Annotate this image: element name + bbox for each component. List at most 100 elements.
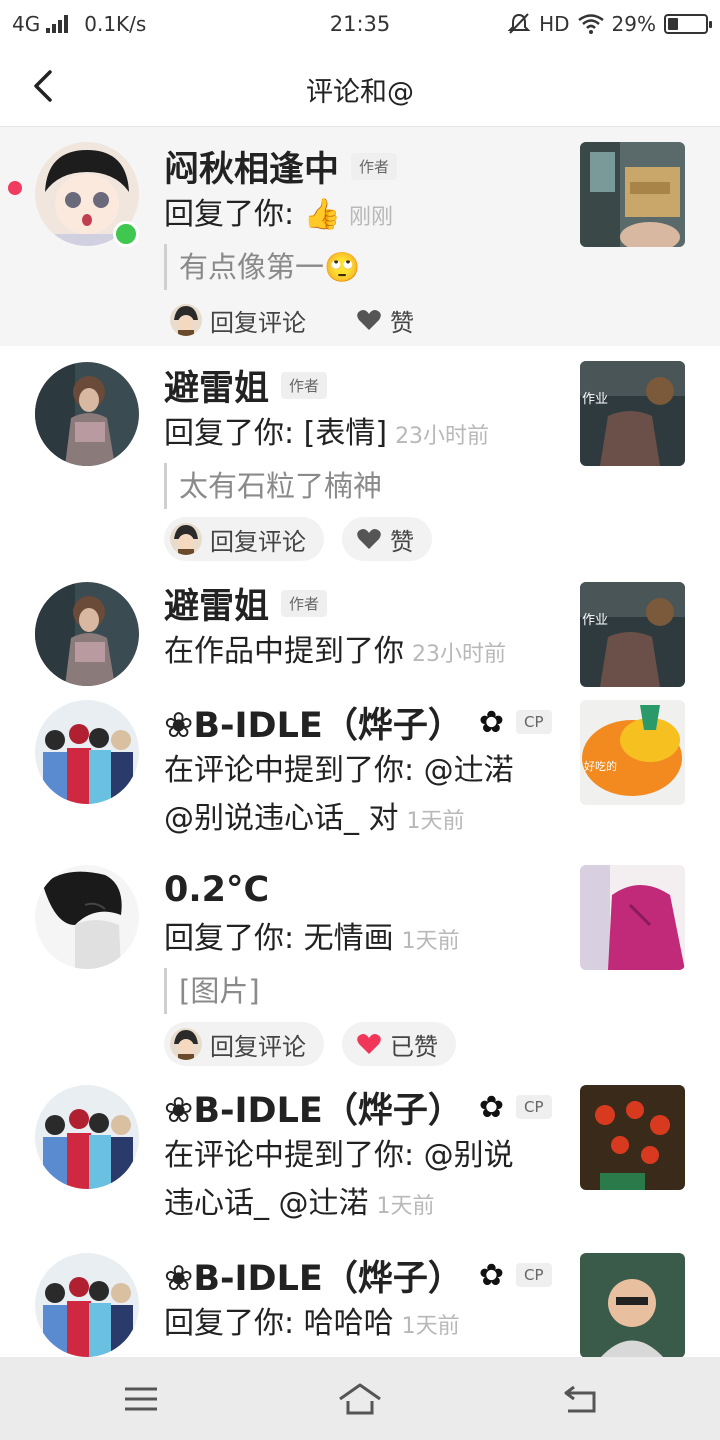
menu-icon[interactable] <box>119 1377 163 1421</box>
timestamp: 1天前 <box>401 929 460 954</box>
post-thumbnail[interactable]: 好吃的 <box>580 700 685 805</box>
svg-text:作业: 作业 <box>582 392 608 407</box>
user-name[interactable]: ❀B-IDLE（烨子） <box>164 697 463 748</box>
post-thumbnail[interactable]: 作业 <box>580 361 685 466</box>
reply-comment-label: 回复评论 <box>210 1032 306 1061</box>
avatar[interactable] <box>35 700 139 804</box>
liked-label: 已赞 <box>390 1032 438 1061</box>
list-item[interactable]: ❀B-IDLE（烨子） ✿ CP 在评论中提到了你: @别说 违心话_ @辻渃 1天前 <box>0 1085 720 1253</box>
svg-text:作业: 作业 <box>582 613 608 628</box>
avatar[interactable] <box>35 1085 139 1189</box>
flower-icon: ✿ <box>478 1257 504 1293</box>
quoted-comment: [图片] <box>164 968 564 1014</box>
svg-text:好吃的: 好吃的 <box>584 759 617 773</box>
my-avatar <box>170 1028 202 1060</box>
user-name[interactable]: ❀B-IDLE（烨子） <box>164 1250 463 1301</box>
author-badge: 作者 <box>281 371 328 399</box>
item-content: 0.2°C 回复了你: 无情画 1天前 [图片] 回复评论 已赞 <box>164 865 564 1066</box>
user-name[interactable]: ❀B-IDLE（烨子） <box>164 1082 463 1133</box>
user-name[interactable]: 闷秋相逢中 <box>164 141 339 192</box>
reply-message: 回复了你: 👍 <box>164 197 341 232</box>
reply-comment-button[interactable]: 回复评论 <box>164 517 324 561</box>
author-badge: 作者 <box>351 152 398 180</box>
list-item[interactable]: ❀B-IDLE（烨子） ✿ CP 在评论中提到了你: @辻渃 @别说违心话_ 对 1天… <box>0 697 720 865</box>
quoted-comment: 有点像第一🙄 <box>164 244 564 290</box>
avatar[interactable] <box>35 865 139 969</box>
back-icon[interactable] <box>558 1377 602 1421</box>
cp-badge: CP <box>515 710 552 734</box>
user-name[interactable]: 0.2°C <box>164 870 269 910</box>
reply-comment-button[interactable]: 回复评论 <box>164 1022 324 1066</box>
timestamp: 1天前 <box>376 1194 435 1219</box>
action-row: 回复评论 赞 <box>164 517 564 561</box>
my-avatar <box>170 523 202 555</box>
item-content: ❀B-IDLE（烨子） ✿ CP 回复了你: 哈哈哈 1天前 <box>164 1250 564 1351</box>
notification-list: 闷秋相逢中 作者 回复了你: 👍 刚刚 有点像第一🙄 回复评论 赞 避雷姐 作者… <box>0 127 720 1358</box>
avatar[interactable] <box>35 1253 139 1357</box>
mention-message: 在评论中提到了你: @别说 <box>164 1138 514 1173</box>
reply-message: 回复了你: 哈哈哈 <box>164 1306 394 1341</box>
nav-bar: 评论和@ <box>0 48 720 127</box>
flower-icon: ✿ <box>478 704 504 740</box>
action-row: 回复评论 赞 <box>164 298 564 342</box>
timestamp: 23小时前 <box>412 642 506 667</box>
post-thumbnail[interactable] <box>580 1253 685 1358</box>
post-thumbnail[interactable]: 作业 <box>580 582 685 687</box>
mention-message-cont: 违心话_ @辻渃 <box>164 1186 369 1221</box>
heart-icon <box>357 310 381 330</box>
liked-button[interactable]: 已赞 <box>342 1022 456 1066</box>
system-nav-bar <box>0 1357 720 1440</box>
list-item[interactable]: 闷秋相逢中 作者 回复了你: 👍 刚刚 有点像第一🙄 回复评论 赞 <box>0 127 720 346</box>
quoted-comment: 太有石粒了楠神 <box>164 463 564 509</box>
list-item[interactable]: 0.2°C 回复了你: 无情画 1天前 [图片] 回复评论 已赞 <box>0 865 720 1085</box>
like-button[interactable]: 赞 <box>342 298 432 342</box>
cp-badge: CP <box>515 1095 552 1119</box>
reply-comment-label: 回复评论 <box>210 527 306 556</box>
battery-percent: 29% <box>611 12 656 36</box>
timestamp: 1天前 <box>406 809 465 834</box>
post-thumbnail[interactable] <box>580 142 685 247</box>
online-status-dot <box>113 221 139 247</box>
my-avatar <box>170 304 202 336</box>
battery-icon <box>664 14 712 34</box>
cp-badge: CP <box>515 1263 552 1287</box>
reply-comment-button[interactable]: 回复评论 <box>164 298 324 342</box>
item-content: ❀B-IDLE（烨子） ✿ CP 在评论中提到了你: @别说 违心话_ @辻渃 1天前 <box>164 1082 564 1231</box>
timestamp: 1天前 <box>401 1314 460 1339</box>
page-title: 评论和@ <box>306 77 414 108</box>
item-content: 避雷姐 作者 在作品中提到了你 23小时前 <box>164 578 564 679</box>
avatar[interactable] <box>35 362 139 466</box>
reply-message: 回复了你: [表情] <box>164 416 388 451</box>
flower-icon: ✿ <box>478 1089 504 1125</box>
user-name[interactable]: 避雷姐 <box>164 360 269 411</box>
item-content: ❀B-IDLE（烨子） ✿ CP 在评论中提到了你: @辻渃 @别说违心话_ 对 1天… <box>164 697 564 846</box>
list-item[interactable]: 避雷姐 作者 回复了你: [表情] 23小时前 太有石粒了楠神 回复评论 赞 作业 <box>0 346 720 568</box>
reply-message: 回复了你: 无情画 <box>164 921 394 956</box>
timestamp: 23小时前 <box>395 424 490 449</box>
heart-icon <box>357 529 381 549</box>
item-content: 闷秋相逢中 作者 回复了你: 👍 刚刚 有点像第一🙄 回复评论 赞 <box>164 141 564 342</box>
reply-comment-label: 回复评论 <box>210 308 306 337</box>
like-button[interactable]: 赞 <box>342 517 432 561</box>
like-label: 赞 <box>390 527 414 556</box>
mention-message-cont: @别说违心话_ 对 <box>164 801 399 836</box>
like-label: 赞 <box>390 308 414 337</box>
mention-message: 在作品中提到了你 <box>164 634 404 669</box>
list-item[interactable]: 避雷姐 作者 在作品中提到了你 23小时前 作业 <box>0 568 720 697</box>
home-icon[interactable] <box>338 1377 382 1421</box>
mute-icon <box>507 13 531 34</box>
post-thumbnail[interactable] <box>580 865 685 970</box>
post-thumbnail[interactable] <box>580 1085 685 1190</box>
unread-dot <box>8 181 22 195</box>
status-bar: 4G 0.1K/s 21:35 HD 29% <box>0 0 720 48</box>
heart-filled-icon <box>357 1034 381 1054</box>
avatar[interactable] <box>35 582 139 686</box>
author-badge: 作者 <box>281 589 328 617</box>
timestamp: 刚刚 <box>349 205 394 230</box>
hd-indicator: HD <box>539 12 570 36</box>
wifi-icon <box>577 14 604 34</box>
user-name[interactable]: 避雷姐 <box>164 578 269 629</box>
item-content: 避雷姐 作者 回复了你: [表情] 23小时前 太有石粒了楠神 回复评论 赞 <box>164 360 564 561</box>
reply-text: 回复了你: 👍 刚刚 <box>164 191 564 242</box>
list-item[interactable]: ❀B-IDLE（烨子） ✿ CP 回复了你: 哈哈哈 1天前 <box>0 1253 720 1358</box>
